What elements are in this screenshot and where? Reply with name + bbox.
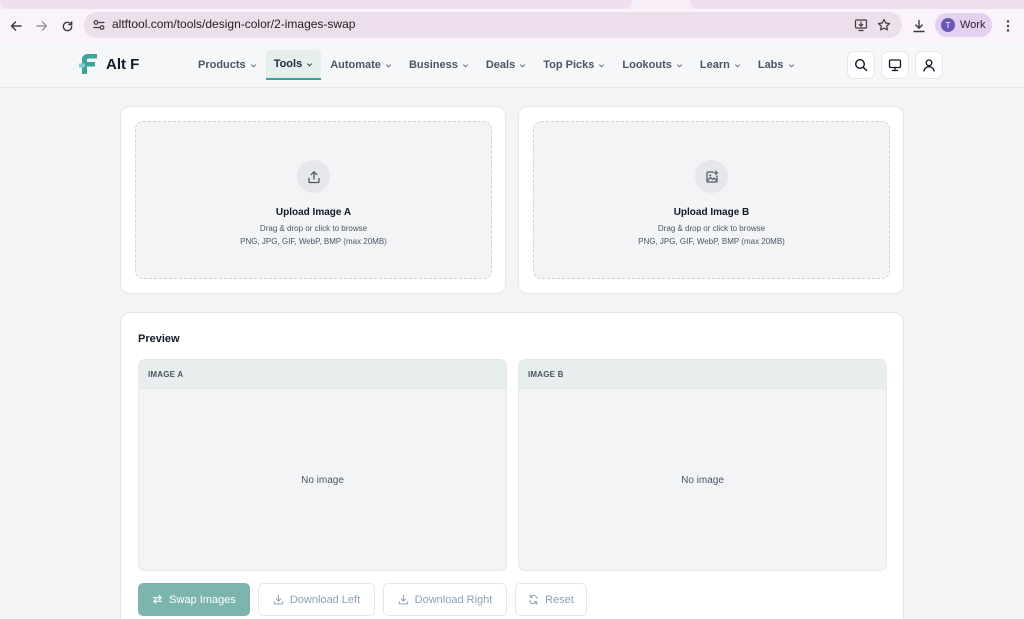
nav-label: Business	[408, 59, 458, 71]
pane-b-label: IMAGE B	[519, 360, 886, 389]
pane-a-label: IMAGE A	[139, 360, 506, 389]
reset-label: Reset	[545, 593, 574, 606]
chevron-down-icon	[676, 63, 682, 68]
chevron-down-icon	[520, 63, 526, 68]
monitor-icon	[888, 59, 902, 72]
profile-chip[interactable]: T Work	[935, 13, 992, 37]
search-icon	[854, 58, 868, 72]
address-bar[interactable]: altftool.com/tools/design-color/2-images…	[84, 12, 902, 38]
preview-card: Preview IMAGE A No image IMAGE B No imag…	[120, 312, 904, 619]
back-icon[interactable]	[5, 15, 27, 37]
main-nav: Products Tools Automate Business Deals T…	[190, 50, 804, 80]
upload-icon	[297, 160, 330, 193]
nav-label: Tools	[273, 58, 303, 70]
profile-avatar: T	[941, 18, 955, 32]
image-plus-icon	[695, 160, 728, 193]
chevron-down-icon	[734, 63, 740, 68]
browser-tab-strip	[0, 0, 1024, 9]
browser-menu-icon[interactable]	[997, 15, 1019, 37]
swap-images-label: Swap Images	[169, 593, 236, 606]
dropzone-b[interactable]: Upload Image B Drag & drop or click to b…	[533, 121, 890, 279]
download-icon[interactable]	[908, 15, 930, 37]
chevron-down-icon	[788, 63, 794, 68]
user-icon	[923, 59, 935, 72]
nav-item-tools[interactable]: Tools	[265, 50, 322, 80]
nav-label: Labs	[757, 59, 784, 71]
site-logo[interactable]: Alt F	[79, 53, 139, 75]
browser-tab[interactable]	[690, 0, 1024, 9]
reload-icon[interactable]	[56, 15, 78, 37]
refresh-icon	[529, 594, 538, 605]
nav-item-labs[interactable]: Labs	[750, 50, 803, 80]
pane-b-empty-text: No image	[681, 475, 724, 486]
upload-a-subtitle: Drag & drop or click to browse	[259, 224, 368, 233]
preview-title: Preview	[138, 333, 180, 345]
nav-label: Lookouts	[622, 59, 672, 71]
upload-b-subtitle: Drag & drop or click to browse	[657, 224, 766, 233]
chevron-down-icon	[250, 63, 256, 68]
nav-item-deals[interactable]: Deals	[478, 50, 534, 80]
logo-text: Alt F	[106, 55, 140, 73]
download-icon	[398, 594, 408, 605]
nav-label: Products	[198, 59, 246, 71]
pane-a-empty-text: No image	[301, 475, 344, 486]
nav-item-learn[interactable]: Learn	[692, 50, 749, 80]
download-left-button[interactable]: Download Left	[258, 583, 375, 616]
swap-images-button[interactable]: Swap Images	[138, 583, 250, 616]
upload-card-a: Upload Image A Drag & drop or click to b…	[120, 106, 506, 294]
download-right-label: Download Right	[414, 593, 493, 606]
search-button[interactable]	[847, 51, 875, 79]
upload-b-title: Upload Image B	[673, 207, 750, 218]
nav-item-top-picks[interactable]: Top Picks	[535, 50, 613, 80]
preview-pane-b: IMAGE B No image	[518, 359, 887, 571]
swap-icon	[152, 595, 163, 604]
nav-item-products[interactable]: Products	[190, 50, 265, 80]
install-app-icon[interactable]	[853, 17, 869, 33]
nav-item-business[interactable]: Business	[401, 50, 477, 80]
profile-label: Work	[960, 19, 986, 31]
chevron-down-icon	[599, 63, 605, 68]
preview-pane-a: IMAGE A No image	[138, 359, 507, 571]
download-right-button[interactable]: Download Right	[383, 583, 507, 616]
nav-label: Deals	[485, 59, 516, 71]
site-settings-icon[interactable]	[92, 18, 106, 32]
chevron-down-icon	[307, 62, 313, 67]
nav-item-lookouts[interactable]: Lookouts	[614, 50, 691, 80]
dropzone-a[interactable]: Upload Image A Drag & drop or click to b…	[135, 121, 492, 279]
upload-b-formats: PNG, JPG, GIF, WebP, BMP (max 20MB)	[638, 237, 785, 246]
chevron-down-icon	[462, 63, 468, 68]
site-header: Alt F Products Tools Automate Business D…	[0, 42, 1024, 88]
upload-a-title: Upload Image A	[275, 207, 352, 218]
browser-tab[interactable]	[0, 0, 632, 9]
nav-label: Top Picks	[543, 59, 595, 71]
bookmark-star-icon[interactable]	[876, 17, 892, 33]
download-icon	[273, 594, 283, 605]
url-text[interactable]: altftool.com/tools/design-color/2-images…	[112, 17, 355, 31]
upload-card-b: Upload Image B Drag & drop or click to b…	[518, 106, 904, 294]
alt-f-logo-icon	[79, 54, 97, 74]
chevron-down-icon	[385, 63, 391, 68]
download-left-label: Download Left	[289, 593, 361, 606]
display-button[interactable]	[881, 51, 909, 79]
account-button[interactable]	[915, 51, 943, 79]
nav-label: Automate	[330, 59, 381, 71]
nav-item-automate[interactable]: Automate	[322, 50, 400, 80]
browser-toolbar: altftool.com/tools/design-color/2-images…	[0, 9, 1024, 42]
upload-a-formats: PNG, JPG, GIF, WebP, BMP (max 20MB)	[240, 237, 387, 246]
reset-button[interactable]: Reset	[515, 583, 587, 616]
forward-icon[interactable]	[31, 15, 53, 37]
nav-label: Learn	[699, 59, 730, 71]
